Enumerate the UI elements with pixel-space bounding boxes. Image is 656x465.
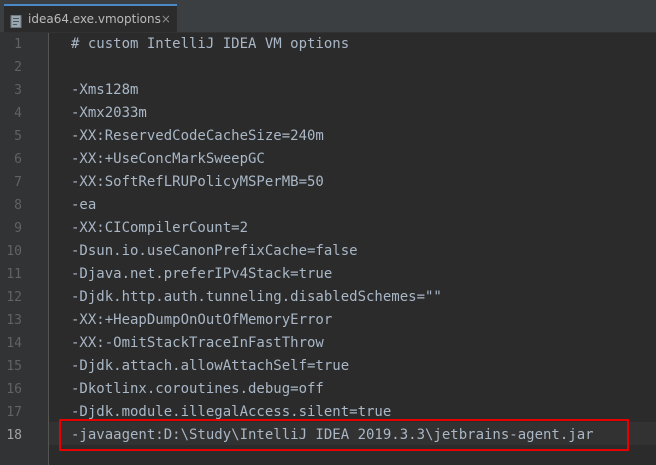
line-number: 13 [6, 313, 22, 328]
code-line[interactable]: -Djdk.attach.allowAttachSelf=true [71, 355, 349, 378]
line-number: 15 [6, 359, 22, 374]
line-number: 10 [6, 244, 22, 259]
line-number: 7 [14, 175, 22, 190]
line-number: 3 [14, 83, 22, 98]
tab-title: idea64.exe.vmoptions [28, 12, 161, 26]
line-number: 14 [6, 336, 22, 351]
code-line[interactable]: -XX:CICompilerCount=2 [71, 217, 248, 240]
code-line[interactable]: -Xmx2033m [71, 102, 147, 125]
code-line[interactable]: -javaagent:D:\Study\IntelliJ IDEA 2019.3… [71, 424, 594, 447]
code-line[interactable]: -XX:+UseConcMarkSweepGC [71, 148, 265, 171]
line-number: 8 [14, 198, 22, 213]
code-line[interactable]: -Djava.net.preferIPv4Stack=true [71, 263, 332, 286]
code-line[interactable]: -XX:SoftRefLRUPolicyMSPerMB=50 [71, 171, 324, 194]
line-number: 6 [14, 152, 22, 167]
code-line[interactable]: -Dkotlinx.coroutines.debug=off [71, 378, 324, 401]
editor-tab[interactable]: idea64.exe.vmoptions × [4, 4, 177, 32]
line-number: 5 [14, 129, 22, 144]
line-number: 12 [6, 290, 22, 305]
line-number: 4 [14, 106, 22, 121]
line-number: 18 [6, 428, 22, 443]
code-line[interactable]: -Xms128m [71, 79, 138, 102]
code-line[interactable]: -Dsun.io.useCanonPrefixCache=false [71, 240, 358, 263]
editor-tab-bar: idea64.exe.vmoptions × [0, 0, 656, 33]
code-line[interactable]: -XX:-OmitStackTraceInFastThrow [71, 332, 324, 355]
line-number: 17 [6, 405, 22, 420]
line-number: 16 [6, 382, 22, 397]
line-number: 2 [14, 60, 22, 75]
code-line[interactable]: -Djdk.module.illegalAccess.silent=true [71, 401, 391, 424]
line-number: 1 [14, 37, 22, 52]
settings-file-icon [10, 13, 23, 28]
code-line[interactable]: -XX:ReservedCodeCacheSize=240m [71, 125, 324, 148]
close-icon[interactable]: × [161, 13, 171, 25]
line-number: 9 [14, 221, 22, 236]
gutter-divider [48, 33, 49, 465]
code-line[interactable]: -Djdk.http.auth.tunneling.disabledScheme… [71, 286, 442, 309]
line-number: 11 [6, 267, 22, 282]
code-line[interactable]: -ea [71, 194, 96, 217]
code-line[interactable]: # custom IntelliJ IDEA VM options [71, 33, 349, 56]
code-line[interactable]: -XX:+HeapDumpOnOutOfMemoryError [71, 309, 332, 332]
